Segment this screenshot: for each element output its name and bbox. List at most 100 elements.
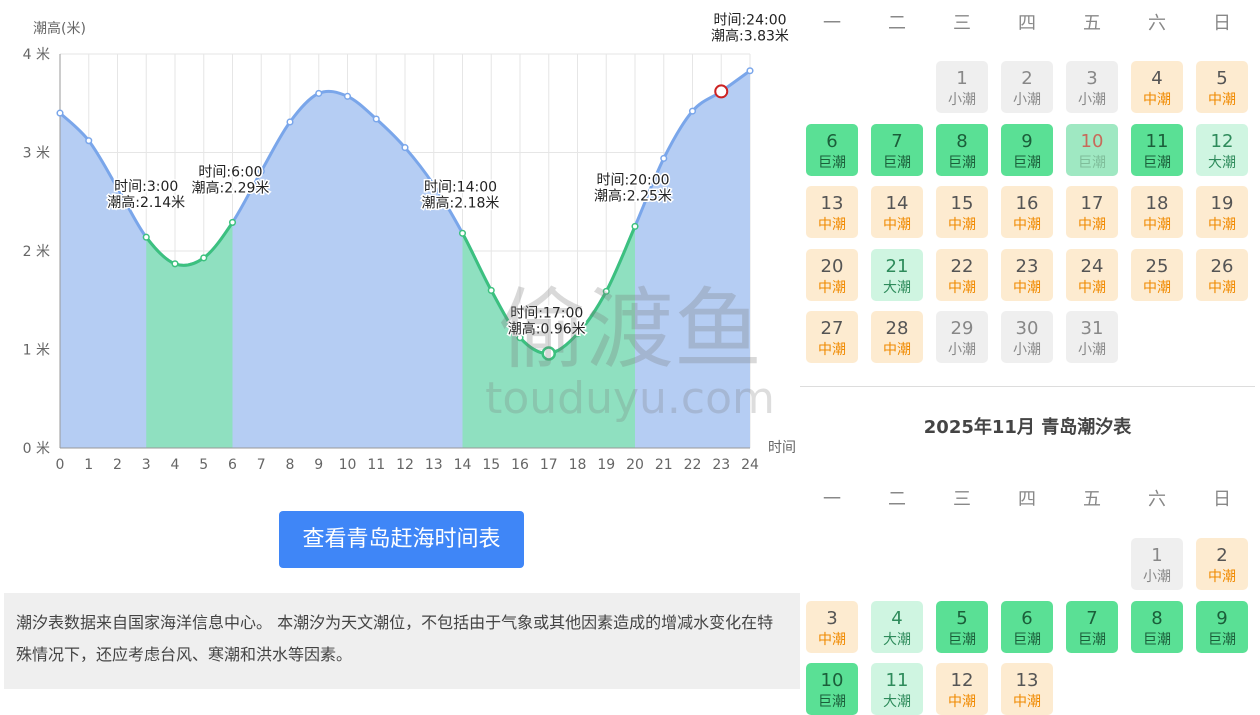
calendar-day[interactable]: 31 小潮 (1066, 311, 1118, 363)
tide-type-label: 小潮 (948, 92, 976, 108)
data-point (315, 89, 323, 97)
annotation-time: 时间:3:00 (114, 179, 178, 195)
data-point (200, 254, 208, 262)
x-tick-label: 7 (257, 457, 266, 473)
calendar-day[interactable]: 5 中潮 (1196, 61, 1248, 113)
day-number: 2 (1216, 545, 1228, 566)
data-point (688, 107, 697, 115)
data-point (286, 118, 294, 126)
x-tick-label: 5 (199, 457, 208, 473)
calendar-day[interactable]: 21 大潮 (871, 248, 923, 301)
tide-type-label: 巨潮 (1078, 154, 1106, 171)
calendar-day[interactable]: 2 中潮 (1196, 538, 1248, 590)
data-point (85, 137, 93, 145)
y-tick-label: 0 米 (23, 441, 50, 457)
calendar-day[interactable]: 11 巨潮 (1131, 123, 1183, 176)
calendar-day[interactable]: 11 大潮 (871, 663, 923, 715)
weekday-label: 二 (888, 489, 906, 510)
weekday-label: 三 (953, 489, 971, 510)
calendar-day[interactable]: 26 中潮 (1196, 248, 1248, 301)
day-number: 21 (885, 255, 909, 277)
tide-type-label: 大潮 (1208, 154, 1236, 171)
tide-type-label: 中潮 (818, 217, 846, 233)
day-number: 20 (820, 255, 844, 277)
watermark-main: 偷渡鱼 (498, 278, 762, 381)
view-beach-schedule-button[interactable]: 查看青岛赶海时间表 (279, 511, 524, 568)
calendar-day[interactable]: 2 小潮 (1001, 61, 1053, 113)
calendar-day[interactable]: 10 巨潮 (806, 663, 858, 715)
day-number: 7 (1086, 607, 1098, 629)
calendar-divider (800, 386, 1255, 387)
day-number: 16 (1015, 193, 1039, 214)
calendar-day[interactable]: 10 巨潮 (1066, 123, 1118, 176)
calendar-day[interactable]: 9 巨潮 (1196, 600, 1248, 653)
day-number: 9 (1021, 130, 1033, 152)
data-point (401, 144, 409, 152)
weekday-header: 一二三四五六日 (800, 480, 1260, 520)
calendar-day[interactable]: 29 小潮 (936, 311, 988, 363)
calendar-day[interactable]: 13 中潮 (806, 186, 858, 238)
annotation-time: 时间:6:00 (198, 164, 262, 180)
calendar-day[interactable]: 25 中潮 (1131, 248, 1183, 301)
data-point (343, 92, 352, 100)
calendar-day[interactable]: 6 巨潮 (806, 123, 858, 176)
tide-type-label: 中潮 (1013, 694, 1041, 710)
calendar-day[interactable]: 4 大潮 (871, 600, 923, 653)
tide-type-label: 小潮 (1013, 92, 1041, 108)
calendar-day[interactable]: 7 巨潮 (1066, 600, 1118, 653)
calendar-day[interactable]: 16 中潮 (1001, 186, 1053, 238)
calendar-day[interactable]: 17 中潮 (1066, 186, 1118, 238)
calendar-day[interactable]: 1 小潮 (1131, 538, 1183, 590)
day-number: 23 (1015, 255, 1039, 277)
day-number: 24 (1080, 255, 1104, 277)
day-number: 7 (891, 130, 903, 152)
day-number: 17 (1080, 193, 1104, 214)
calendar-day[interactable]: 23 中潮 (1001, 248, 1053, 301)
weekday-label: 日 (1213, 489, 1231, 510)
x-tick-label: 22 (684, 457, 702, 473)
day-number: 25 (1145, 255, 1169, 277)
calendar-day[interactable]: 8 巨潮 (1131, 600, 1183, 653)
data-point (660, 154, 668, 162)
calendar-day[interactable]: 6 巨潮 (1001, 600, 1053, 653)
day-number: 31 (1080, 318, 1104, 339)
calendar-day[interactable]: 30 小潮 (1001, 311, 1053, 363)
calendar-day[interactable]: 12 中潮 (936, 663, 988, 715)
calendar-day[interactable]: 3 中潮 (806, 600, 858, 653)
calendar-day[interactable]: 1 小潮 (936, 61, 988, 113)
calendar-day[interactable]: 7 巨潮 (871, 123, 923, 176)
calendar-day[interactable]: 22 中潮 (936, 248, 988, 301)
calendar-day[interactable]: 20 中潮 (806, 248, 858, 301)
x-tick-label: 16 (511, 457, 529, 473)
calendar-day[interactable]: 3 小潮 (1066, 61, 1118, 113)
calendar-day[interactable]: 5 巨潮 (936, 600, 988, 653)
tide-type-label: 中潮 (948, 279, 976, 296)
day-number: 27 (820, 318, 844, 339)
day-number: 14 (885, 193, 909, 214)
day-number: 18 (1145, 193, 1169, 214)
y-tick-label: 1 米 (23, 343, 50, 359)
x-tick-label: 21 (655, 457, 673, 473)
tide-type-label: 巨潮 (1208, 631, 1236, 648)
tide-type-label: 大潮 (883, 279, 911, 296)
data-point (458, 229, 467, 237)
calendar-day[interactable]: 27 中潮 (806, 311, 858, 363)
weekday-label: 五 (1083, 489, 1101, 510)
calendar-day[interactable]: 19 中潮 (1196, 186, 1248, 238)
calendar-day[interactable]: 8 巨潮 (936, 123, 988, 176)
calendar-day[interactable]: 28 中潮 (871, 311, 923, 363)
calendar-day[interactable]: 15 中潮 (936, 186, 988, 238)
calendar-day[interactable]: 13 中潮 (1001, 663, 1053, 715)
calendar-day[interactable]: 12 大潮 (1196, 123, 1248, 176)
calendar-day[interactable]: 14 中潮 (871, 186, 923, 238)
tide-type-label: 巨潮 (948, 631, 976, 648)
calendar-day[interactable]: 24 中潮 (1066, 248, 1118, 301)
day-number: 13 (820, 193, 844, 214)
calendar-day[interactable]: 18 中潮 (1131, 186, 1183, 238)
tide-type-label: 中潮 (883, 342, 911, 358)
calendar-day[interactable]: 4 中潮 (1131, 61, 1183, 113)
tide-type-label: 巨潮 (818, 694, 846, 710)
x-tick-label: 3 (142, 457, 151, 473)
day-number: 29 (950, 318, 974, 339)
calendar-day[interactable]: 9 巨潮 (1001, 123, 1053, 176)
